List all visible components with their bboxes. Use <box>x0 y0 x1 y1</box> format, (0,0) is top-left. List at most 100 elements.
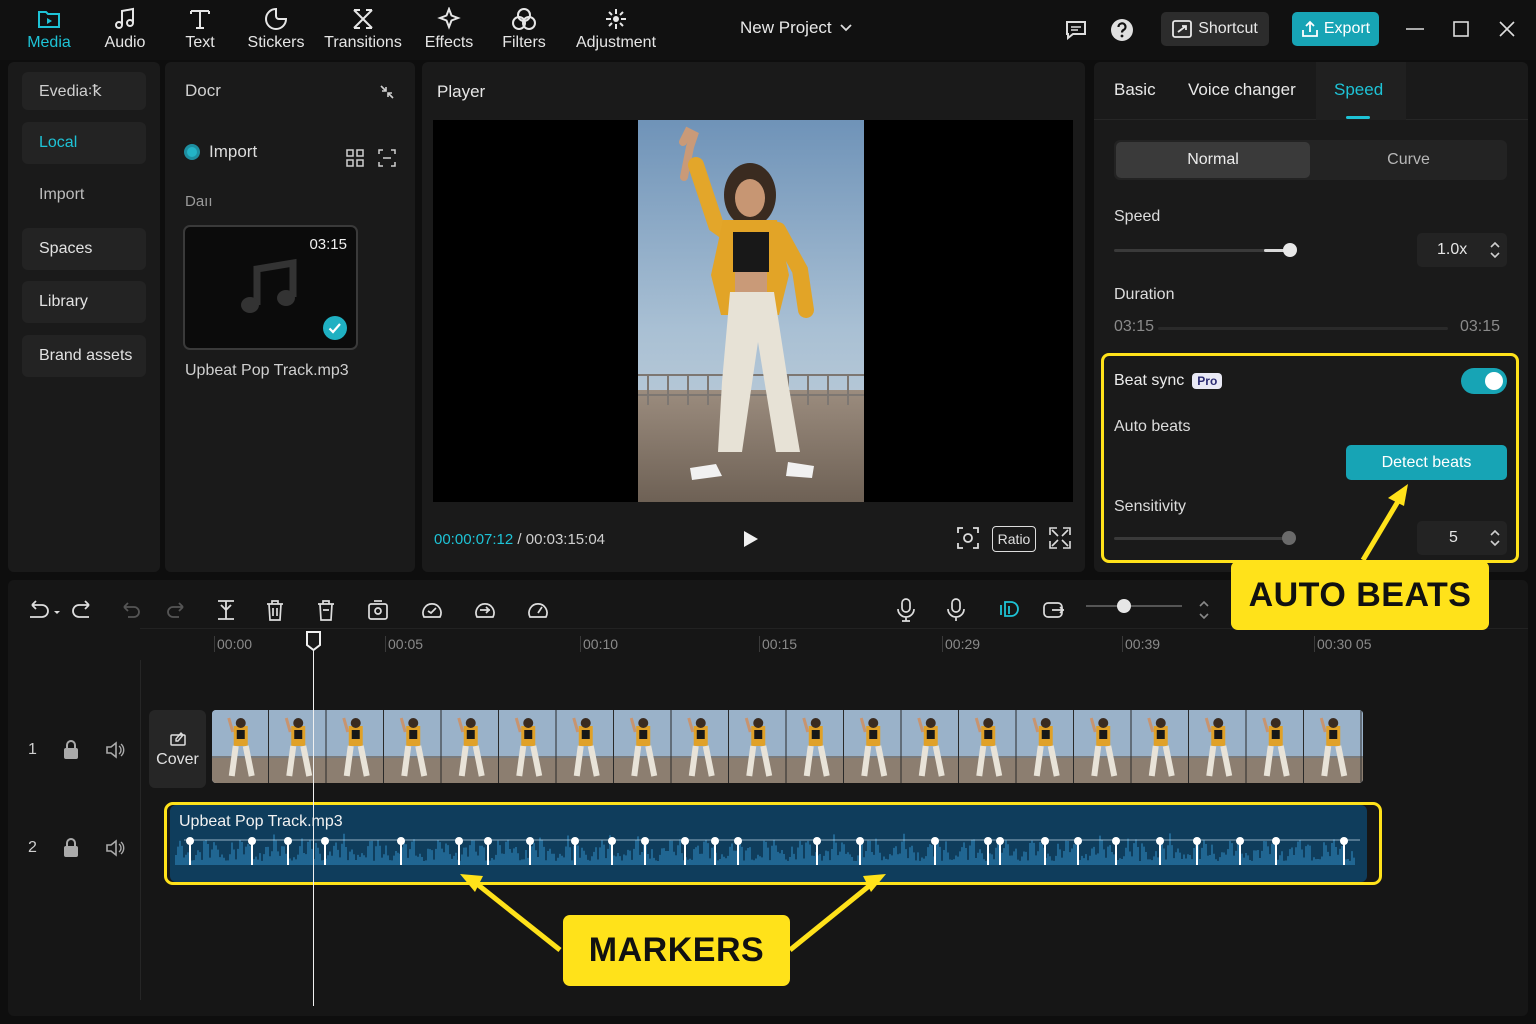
export-button[interactable]: Export <box>1292 12 1379 46</box>
track-lock-button[interactable] <box>61 836 81 860</box>
text-t-icon <box>190 10 210 29</box>
fullscreen-icon <box>1049 527 1071 549</box>
speed-stepper[interactable]: 1.0x <box>1417 233 1507 267</box>
import-circle-icon <box>184 144 200 160</box>
tab-voice-changer[interactable]: Voice changer <box>1188 80 1296 100</box>
video-preview[interactable] <box>433 120 1073 502</box>
video-clip[interactable] <box>212 710 1363 783</box>
playhead-handle[interactable] <box>305 630 322 652</box>
help-button[interactable] <box>1108 16 1136 44</box>
magnet-snap-button[interactable] <box>994 596 1022 624</box>
undo-button[interactable] <box>24 596 68 624</box>
fit-view-button[interactable] <box>955 525 981 551</box>
media-item-card[interactable]: 03:15 <box>183 225 358 350</box>
nav-header: Εvedia꞉ꝁ <box>22 72 146 110</box>
sticker-icon <box>265 7 288 30</box>
zoom-slider-handle[interactable] <box>1117 599 1132 613</box>
redo-disabled-button[interactable] <box>162 596 190 624</box>
duration-start: 03:15 <box>1114 318 1155 335</box>
tool-adjustment[interactable]: Adjustment <box>574 6 658 56</box>
tool-effects[interactable]: Effects <box>410 6 488 56</box>
cover-button[interactable]: Cover <box>149 710 206 788</box>
tool-transitions[interactable]: Transitions <box>324 6 402 56</box>
sensitivity-stepper[interactable]: 5 <box>1417 521 1507 555</box>
mask-button[interactable] <box>418 596 446 624</box>
detect-beats-button[interactable]: Detect beats <box>1346 445 1507 480</box>
shortcut-button[interactable]: Shortcut <box>1161 12 1269 46</box>
reverse-button[interactable] <box>471 596 499 624</box>
tab-speed[interactable]: Speed <box>1334 80 1383 100</box>
speed-ramp-button[interactable] <box>524 596 552 624</box>
track-mute-button[interactable] <box>103 836 127 860</box>
nav-item-import[interactable]: Import <box>22 174 146 216</box>
project-title-dropdown[interactable]: New Project <box>740 18 852 38</box>
beat-sync-toggle[interactable] <box>1461 368 1507 394</box>
minimize-icon <box>1406 28 1424 30</box>
duration-label: Duration <box>1114 286 1175 303</box>
media-item-name: Upbeat Pop Track.mp3 <box>185 362 349 379</box>
dancer-photo <box>638 120 864 502</box>
tool-media[interactable]: Media <box>10 6 88 56</box>
tab-basic[interactable]: Basic <box>1114 80 1156 100</box>
minimize-button[interactable] <box>1400 14 1430 44</box>
tool-text[interactable]: Text <box>161 6 239 56</box>
duration-end: 03:15 <box>1460 318 1501 335</box>
ruler-tick: 00:10 <box>580 636 618 652</box>
tool-audio[interactable]: Audio <box>86 6 164 56</box>
ruler-tick: 00:00 <box>214 636 252 652</box>
mode-normal[interactable]: Normal <box>1116 142 1310 178</box>
collapse-panel-button[interactable] <box>375 82 399 102</box>
track-mute-button[interactable] <box>103 738 127 762</box>
music-note-icon <box>115 7 134 29</box>
record-voice-button[interactable] <box>892 596 920 624</box>
markers-callout: MARKERS <box>563 915 790 986</box>
sensitivity-slider-handle[interactable] <box>1281 531 1296 545</box>
nav-item-spaces[interactable]: Spaces <box>22 228 146 270</box>
delete-button[interactable] <box>261 596 289 624</box>
auto-beats-label: Auto beats <box>1114 418 1191 435</box>
close-window-button[interactable] <box>1492 14 1522 44</box>
check-icon <box>323 316 347 340</box>
list-view-button[interactable] <box>375 146 399 170</box>
nav-item-local[interactable]: Local <box>22 122 146 164</box>
feedback-button[interactable] <box>1062 16 1090 44</box>
track-lock-button[interactable] <box>61 738 81 762</box>
undo-disabled-button[interactable] <box>117 596 145 624</box>
tool-label: Audio <box>104 34 146 51</box>
sparkle-effects-icon <box>437 7 461 30</box>
tool-stickers[interactable]: Stickers <box>237 6 315 56</box>
ratio-button[interactable]: Ratio <box>992 526 1036 552</box>
sensitivity-slider-track <box>1114 537 1294 540</box>
grid-view-button[interactable] <box>343 146 367 170</box>
voiceover-button[interactable] <box>942 596 970 624</box>
ruler-tick: 00:05 <box>385 636 423 652</box>
mode-curve[interactable]: Curve <box>1312 142 1505 178</box>
tool-label: Media <box>27 34 71 51</box>
top-toolbar: Media Audio Text Stickers Transitions Ef… <box>0 0 1536 60</box>
ruler-tick: 00:29 <box>942 636 980 652</box>
tool-label: Text <box>185 34 215 51</box>
delete-left-button[interactable] <box>312 596 340 624</box>
preview-axis-button[interactable] <box>1040 596 1068 624</box>
player-title: Player <box>437 82 486 101</box>
focus-frame-icon <box>957 527 979 549</box>
adjustment-icon <box>606 9 626 29</box>
split-button[interactable] <box>212 596 240 624</box>
maximize-button[interactable] <box>1446 14 1476 44</box>
import-button[interactable]: Import <box>183 142 257 162</box>
redo-button[interactable] <box>68 596 96 624</box>
speed-slider-handle[interactable] <box>1283 243 1298 257</box>
fullscreen-button[interactable] <box>1047 525 1073 551</box>
player-panel: Player 00:00:07:12 / 00:03:15:04 Ratio <box>422 62 1085 572</box>
time-readout: 00:00:07:12 / 00:03:15:04 <box>434 531 605 548</box>
play-button[interactable] <box>738 526 764 552</box>
media-folder-icon <box>38 11 60 28</box>
transitions-icon <box>353 9 373 29</box>
media-panel-header: Docr <box>185 81 221 100</box>
tool-filters[interactable]: Filters <box>485 6 563 56</box>
speed-label: Speed <box>1114 208 1161 225</box>
nav-item-brand-assets[interactable]: Brand assets <box>22 335 146 377</box>
nav-item-library[interactable]: Library <box>22 281 146 323</box>
freeze-button[interactable] <box>364 596 392 624</box>
zoom-fit-button[interactable] <box>1190 596 1218 624</box>
